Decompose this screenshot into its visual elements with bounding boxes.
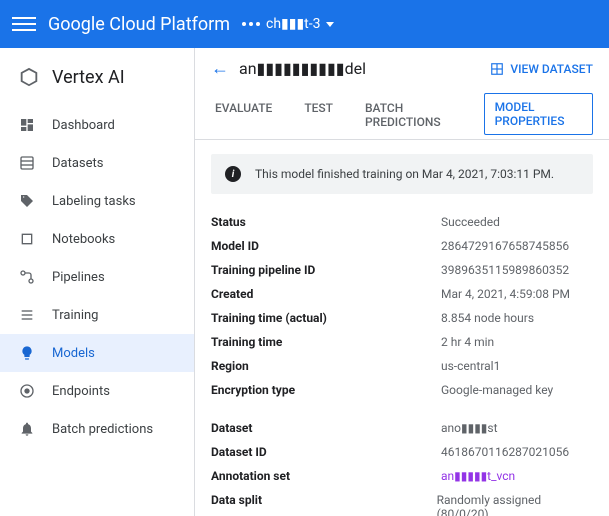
sidebar-item-training[interactable]: Training: [0, 296, 194, 334]
project-icon: [242, 22, 260, 26]
pipeline-icon: [18, 268, 36, 286]
prop-value: Succeeded: [441, 215, 500, 229]
endpoint-icon: [18, 382, 36, 400]
brand-title: Google Cloud Platform: [48, 14, 230, 35]
notebook-icon: [18, 230, 36, 248]
sidebar-item-datasets[interactable]: Datasets: [0, 144, 194, 182]
prop-key: Model ID: [211, 239, 441, 253]
sidebar-item-endpoints[interactable]: Endpoints: [0, 372, 194, 410]
tabs: EVALUATE TEST BATCH PREDICTIONS MODEL PR…: [195, 87, 609, 140]
sidebar-item-label: Endpoints: [52, 384, 110, 399]
prop-value: 3989635115989860352: [441, 263, 569, 277]
prop-key: Encryption type: [211, 383, 441, 397]
properties-group-1: StatusSucceeded Model ID2864729167658745…: [211, 210, 593, 402]
prop-key: Status: [211, 215, 441, 229]
prop-value: Google-managed key: [441, 383, 553, 397]
prop-value: 2864729167658745856: [441, 239, 569, 253]
sidebar-item-dashboard[interactable]: Dashboard: [0, 106, 194, 144]
prop-key: Dataset ID: [211, 445, 441, 459]
info-icon: i: [225, 166, 241, 182]
sidebar-item-label: Labeling tasks: [52, 194, 136, 209]
back-arrow-icon[interactable]: ←: [211, 58, 229, 79]
annotation-set-link[interactable]: an▮▮▮▮▮t_vcn: [441, 469, 515, 483]
main-content: ← an▮▮▮▮▮▮▮▮▮▮del VIEW DATASET EVALUATE …: [195, 48, 609, 516]
prop-key: Dataset: [211, 421, 441, 435]
prop-key: Region: [211, 359, 441, 373]
prop-key: Training pipeline ID: [211, 263, 441, 277]
prop-key: Training time (actual): [211, 311, 441, 325]
sidebar-item-pipelines[interactable]: Pipelines: [0, 258, 194, 296]
models-icon: [18, 344, 36, 362]
sidebar-item-label: Training: [52, 308, 98, 323]
sidebar-item-label: Notebooks: [52, 232, 115, 247]
training-icon: [18, 306, 36, 324]
prop-value: Randomly assigned (80/0/20): [437, 493, 593, 516]
sidebar-item-label: Dashboard: [52, 118, 115, 133]
tab-evaluate[interactable]: EVALUATE: [211, 93, 276, 139]
project-name: ch▮▮▮t-3: [266, 16, 320, 32]
prop-value: 8.854 node hours: [441, 311, 534, 325]
prop-value: Mar 4, 2021, 4:59:08 PM: [441, 287, 570, 301]
project-selector[interactable]: ch▮▮▮t-3: [242, 16, 334, 32]
notice-text: This model finished training on Mar 4, 2…: [255, 167, 554, 181]
training-notice: i This model finished training on Mar 4,…: [211, 154, 593, 194]
sidebar-item-label: Batch predictions: [52, 422, 153, 437]
prop-value: 2 hr 4 min: [441, 335, 494, 349]
tab-batch[interactable]: BATCH PREDICTIONS: [361, 93, 460, 139]
sidebar-header: Vertex AI: [0, 56, 194, 106]
sidebar-item-label: Datasets: [52, 156, 104, 171]
bell-icon: [18, 420, 36, 438]
sidebar-item-notebooks[interactable]: Notebooks: [0, 220, 194, 258]
prop-key: Annotation set: [211, 469, 441, 483]
prop-value: us-central1: [441, 359, 500, 373]
prop-key: Created: [211, 287, 441, 301]
sidebar: Vertex AI Dashboard Datasets Labeling ta…: [0, 48, 195, 516]
sidebar-item-labeling[interactable]: Labeling tasks: [0, 182, 194, 220]
sidebar-title: Vertex AI: [52, 67, 125, 88]
properties-group-2: Datasetano▮▮▮▮st Dataset ID4618670116287…: [211, 416, 593, 516]
top-bar: Google Cloud Platform ch▮▮▮t-3: [0, 0, 609, 48]
chevron-down-icon: [326, 22, 334, 27]
sidebar-item-batch[interactable]: Batch predictions: [0, 410, 194, 448]
view-dataset-button[interactable]: VIEW DATASET: [490, 62, 593, 76]
sidebar-item-models[interactable]: Models: [0, 334, 194, 372]
grid-icon: [490, 62, 504, 76]
sidebar-item-label: Models: [52, 346, 95, 361]
page-title: an▮▮▮▮▮▮▮▮▮▮del: [239, 59, 480, 78]
prop-value: ano▮▮▮▮st: [441, 421, 498, 435]
prop-key: Training time: [211, 335, 441, 349]
prop-value: 4618670116287021056: [441, 445, 569, 459]
menu-icon[interactable]: [12, 12, 36, 36]
prop-key: Data split: [211, 493, 437, 516]
datasets-icon: [18, 154, 36, 172]
tag-icon: [18, 192, 36, 210]
tab-test[interactable]: TEST: [300, 93, 337, 139]
sidebar-item-label: Pipelines: [52, 270, 105, 285]
tab-properties[interactable]: MODEL PROPERTIES: [484, 93, 593, 135]
dashboard-icon: [18, 116, 36, 134]
vertex-logo-icon: [18, 66, 40, 88]
